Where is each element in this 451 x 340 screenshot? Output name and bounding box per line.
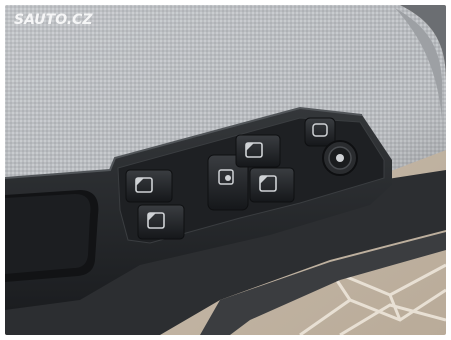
watermark-text: SAUTO.CZ — [14, 12, 93, 28]
photo-frame: SAUTO.CZ — [5, 5, 446, 335]
car-door-photo: SAUTO.CZ — [0, 0, 451, 340]
mirror-knob-icon — [336, 154, 344, 162]
